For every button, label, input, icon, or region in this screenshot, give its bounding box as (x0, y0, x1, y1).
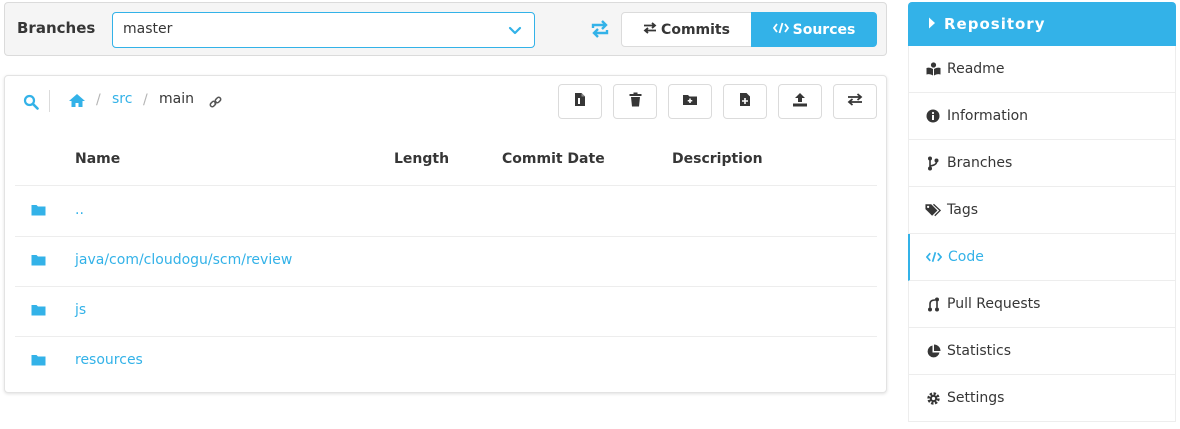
sidebar-item-readme[interactable]: Readme (908, 46, 1176, 93)
repository-sidebar: Repository Readme Information Branches T… (908, 2, 1176, 422)
folder-icon (31, 304, 46, 320)
file-plus-icon (739, 92, 751, 111)
folder-icon (31, 254, 46, 270)
branch-icon (925, 155, 941, 171)
file-browser-panel: / src / main Name Length Commit Date Des… (4, 75, 887, 393)
branch-select[interactable]: master (112, 12, 535, 48)
search-icon[interactable] (23, 94, 39, 114)
code-icon (926, 249, 942, 265)
code-icon (772, 22, 789, 38)
create-file-button[interactable] (723, 84, 767, 119)
tags-icon (925, 202, 941, 218)
sidebar-item-label: Tags (947, 202, 978, 218)
sources-label: Sources (792, 21, 856, 38)
column-header-description: Description (672, 151, 763, 167)
sidebar-header[interactable]: Repository (908, 2, 1176, 46)
sidebar-item-settings[interactable]: Settings (908, 375, 1176, 422)
sidebar-item-pull-requests[interactable]: Pull Requests (908, 281, 1176, 328)
sidebar-item-label: Information (947, 108, 1029, 124)
table-row[interactable]: js (15, 286, 877, 336)
delete-button[interactable] (613, 84, 657, 119)
commits-label: Commits (661, 21, 730, 38)
sidebar-item-code[interactable]: Code (908, 234, 1176, 281)
book-icon (925, 61, 941, 77)
sidebar-item-label: Code (948, 249, 984, 265)
folder-plus-icon (682, 93, 698, 110)
folder-icon (31, 204, 46, 220)
sources-button[interactable]: Sources (751, 12, 877, 47)
sync-icon[interactable] (589, 19, 611, 43)
sidebar-item-label: Statistics (947, 343, 1011, 359)
file-name-link[interactable]: js (75, 302, 86, 318)
breadcrumb-item-main: main (159, 91, 194, 107)
file-name-link[interactable]: java/com/cloudogu/scm/review (75, 252, 292, 268)
sidebar-item-label: Branches (947, 155, 1013, 171)
sidebar-item-label: Readme (947, 61, 1005, 77)
pull-request-icon (925, 296, 941, 312)
column-header-commit-date: Commit Date (502, 151, 605, 167)
upload-icon (792, 92, 808, 111)
trash-icon (629, 92, 642, 111)
chevron-down-icon (508, 24, 522, 40)
file-details-button[interactable] (558, 84, 602, 119)
column-header-name: Name (75, 151, 121, 167)
sidebar-item-branches[interactable]: Branches (908, 140, 1176, 187)
info-icon (925, 108, 941, 124)
switch-view-button[interactable] (833, 84, 877, 119)
divider (49, 90, 50, 112)
sidebar-item-label: Settings (947, 390, 1005, 406)
table-row[interactable]: resources (15, 336, 877, 386)
upload-button[interactable] (778, 84, 822, 119)
commits-button[interactable]: Commits (621, 12, 752, 47)
sidebar-title: Repository (944, 15, 1046, 33)
home-icon[interactable] (68, 93, 86, 112)
file-name-link[interactable]: .. (75, 202, 84, 218)
file-icon (574, 92, 586, 111)
cog-icon (925, 390, 941, 406)
sidebar-item-tags[interactable]: Tags (908, 187, 1176, 234)
table-row[interactable]: java/com/cloudogu/scm/review (15, 236, 877, 286)
branch-toolbar: Branches master Commits Sources (4, 2, 887, 56)
branches-label: Branches (17, 19, 96, 37)
sidebar-item-statistics[interactable]: Statistics (908, 328, 1176, 375)
exchange-icon (643, 21, 657, 38)
breadcrumb-separator: / (96, 92, 101, 108)
folder-icon (31, 354, 46, 370)
breadcrumb-separator: / (143, 92, 148, 108)
breadcrumb-item-src[interactable]: src (112, 91, 132, 107)
column-header-length: Length (394, 151, 450, 167)
create-folder-button[interactable] (668, 84, 712, 119)
exchange-icon (847, 93, 863, 110)
chart-pie-icon (925, 343, 941, 359)
branch-select-value: master (123, 21, 173, 37)
link-icon[interactable] (209, 96, 222, 113)
sidebar-item-label: Pull Requests (947, 296, 1041, 312)
table-row[interactable]: .. (15, 186, 877, 236)
caret-right-icon (928, 15, 936, 33)
sidebar-item-information[interactable]: Information (908, 93, 1176, 140)
file-name-link[interactable]: resources (75, 352, 143, 368)
